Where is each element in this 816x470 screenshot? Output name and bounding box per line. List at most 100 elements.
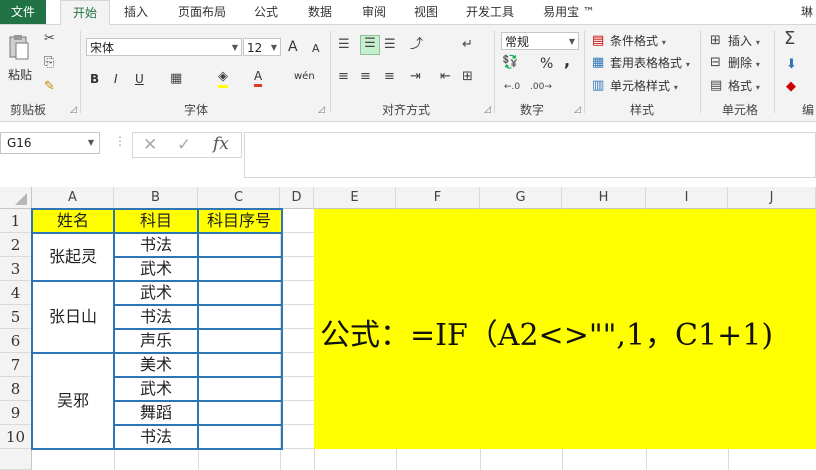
tab-page-layout[interactable]: 页面布局 xyxy=(170,0,234,24)
tab-home[interactable]: 开始 xyxy=(60,0,110,26)
paste-label[interactable]: 粘贴 xyxy=(8,67,32,83)
tab-insert[interactable]: 插入 xyxy=(114,0,158,24)
align-bottom-icon[interactable]: ☰ xyxy=(384,37,396,53)
formula-input[interactable] xyxy=(244,132,816,178)
chevron-down-icon[interactable]: ▼ xyxy=(88,138,94,147)
format-painter-icon[interactable]: ✎ xyxy=(44,79,55,95)
editing-group-label: 编 xyxy=(802,103,815,117)
format-as-table-icon[interactable]: ▦ xyxy=(592,55,604,71)
tab-easyuse[interactable]: 易用宝 ™ xyxy=(536,0,602,24)
column-header-i[interactable]: I xyxy=(646,187,728,209)
currency-icon[interactable]: 💱 xyxy=(502,55,518,71)
column-header-g[interactable]: G xyxy=(480,187,562,209)
tab-review[interactable]: 审阅 xyxy=(352,0,396,24)
row-header-6[interactable]: 6 xyxy=(0,329,32,353)
tab-formulas[interactable]: 公式 xyxy=(244,0,288,24)
row-header-5[interactable]: 5 xyxy=(0,305,32,329)
bold-button[interactable]: B xyxy=(90,71,99,87)
separator xyxy=(494,31,495,113)
cell-styles-button[interactable]: 单元格样式 ▾ xyxy=(610,78,678,96)
select-all-corner[interactable] xyxy=(0,187,32,209)
underline-button[interactable]: U xyxy=(135,71,144,87)
tab-data[interactable]: 数据 xyxy=(298,0,342,24)
autosum-icon[interactable]: Σ xyxy=(784,30,795,48)
paste-icon[interactable] xyxy=(8,33,30,60)
cell-styles-icon[interactable]: ▥ xyxy=(592,78,604,94)
row-header-4[interactable]: 4 xyxy=(0,281,32,305)
format-cells-label: 格式 xyxy=(728,79,753,93)
orientation-icon[interactable]: ⤴ xyxy=(410,37,423,53)
chevron-down-icon[interactable]: ▼ xyxy=(232,39,238,57)
cancel-icon[interactable]: ✕ xyxy=(143,135,157,155)
percent-button[interactable]: % xyxy=(540,56,553,72)
row-header-1[interactable]: 1 xyxy=(0,209,32,233)
format-cells-button[interactable]: 格式 ▾ xyxy=(728,78,760,96)
font-size-input[interactable]: 12 ▼ xyxy=(243,38,281,56)
row-header-11[interactable] xyxy=(0,449,32,470)
clear-icon[interactable]: ◆ xyxy=(786,79,796,95)
chevron-down-icon: ▾ xyxy=(673,83,678,92)
merge-center-icon[interactable]: ⊞ xyxy=(462,69,473,85)
more-icon: ⋮ xyxy=(114,134,126,148)
comma-button[interactable]: , xyxy=(564,53,570,69)
name-box[interactable]: G16 ▼ xyxy=(0,132,100,154)
insert-cells-button[interactable]: 插入 ▾ xyxy=(728,33,760,51)
column-header-j[interactable]: J xyxy=(728,187,816,209)
column-header-e[interactable]: E xyxy=(314,187,396,209)
column-header-d[interactable]: D xyxy=(280,187,314,209)
align-left-icon[interactable]: ≡ xyxy=(338,69,349,85)
phonetic-button[interactable]: wén xyxy=(294,69,315,85)
indent-icon[interactable]: ⇥ xyxy=(410,69,421,85)
grow-font-icon[interactable]: A xyxy=(288,39,298,55)
account-name[interactable]: 琳 xyxy=(798,0,816,24)
conditional-format-icon[interactable]: ▤ xyxy=(592,33,604,49)
format-cells-icon[interactable]: ▤ xyxy=(710,78,722,94)
decrease-decimal-icon[interactable]: .00→ xyxy=(530,79,552,95)
copy-icon[interactable]: ⎘ xyxy=(44,55,54,71)
font-name-input[interactable]: 宋体 ▼ xyxy=(86,38,242,56)
italic-button[interactable]: I xyxy=(114,71,118,87)
column-header-c[interactable]: C xyxy=(198,187,280,209)
row-header-10[interactable]: 10 xyxy=(0,425,32,449)
tab-view[interactable]: 视图 xyxy=(404,0,448,24)
styles-group-label: 样式 xyxy=(630,103,655,117)
cut-icon[interactable]: ✂ xyxy=(44,31,55,47)
column-header-a[interactable]: A xyxy=(32,187,114,209)
align-center-icon[interactable]: ≡ xyxy=(360,69,371,85)
row-header-7[interactable]: 7 xyxy=(0,353,32,377)
shrink-font-icon[interactable]: A xyxy=(312,41,320,57)
alignment-launcher-icon[interactable]: ◿ xyxy=(484,105,491,115)
insert-cells-icon[interactable]: ⊞ xyxy=(710,33,721,49)
format-as-table-button[interactable]: 套用表格格式 ▾ xyxy=(610,55,690,73)
chevron-down-icon[interactable]: ▼ xyxy=(271,39,277,57)
enter-icon[interactable]: ✓ xyxy=(177,135,191,155)
align-right-icon[interactable]: ≡ xyxy=(384,69,395,85)
align-middle-icon[interactable]: ☰ xyxy=(360,35,380,55)
border-icon[interactable]: ▦ xyxy=(170,71,182,87)
insert-function-icon[interactable]: fx xyxy=(213,134,229,154)
clipboard-launcher-icon[interactable]: ◿ xyxy=(70,105,77,115)
delete-cells-icon[interactable]: ⊟ xyxy=(710,55,721,71)
tab-developer[interactable]: 开发工具 xyxy=(458,0,522,24)
tab-file[interactable]: 文件 xyxy=(0,0,46,24)
column-header-h[interactable]: H xyxy=(562,187,646,209)
row-header-2[interactable]: 2 xyxy=(0,233,32,257)
fill-color-icon[interactable]: ◈ xyxy=(218,69,228,88)
row-header-3[interactable]: 3 xyxy=(0,257,32,281)
chevron-down-icon[interactable]: ▼ xyxy=(569,33,575,51)
wrap-text-icon[interactable]: ↵ xyxy=(462,37,473,53)
column-header-f[interactable]: F xyxy=(396,187,480,209)
number-format-select[interactable]: 常规 ▼ xyxy=(501,32,579,50)
column-header-b[interactable]: B xyxy=(114,187,198,209)
conditional-format-button[interactable]: 条件格式 ▾ xyxy=(610,33,666,51)
delete-cells-button[interactable]: 删除 ▾ xyxy=(728,55,760,73)
font-color-button[interactable]: A xyxy=(254,69,263,87)
row-header-8[interactable]: 8 xyxy=(0,377,32,401)
increase-decimal-icon[interactable]: ←.0 xyxy=(504,79,520,95)
number-launcher-icon[interactable]: ◿ xyxy=(574,105,581,115)
align-top-icon[interactable]: ☰ xyxy=(338,37,350,53)
font-launcher-icon[interactable]: ◿ xyxy=(318,105,325,115)
outdent-icon[interactable]: ⇤ xyxy=(440,69,451,85)
fill-icon[interactable]: ⬇ xyxy=(786,57,797,73)
row-header-9[interactable]: 9 xyxy=(0,401,32,425)
